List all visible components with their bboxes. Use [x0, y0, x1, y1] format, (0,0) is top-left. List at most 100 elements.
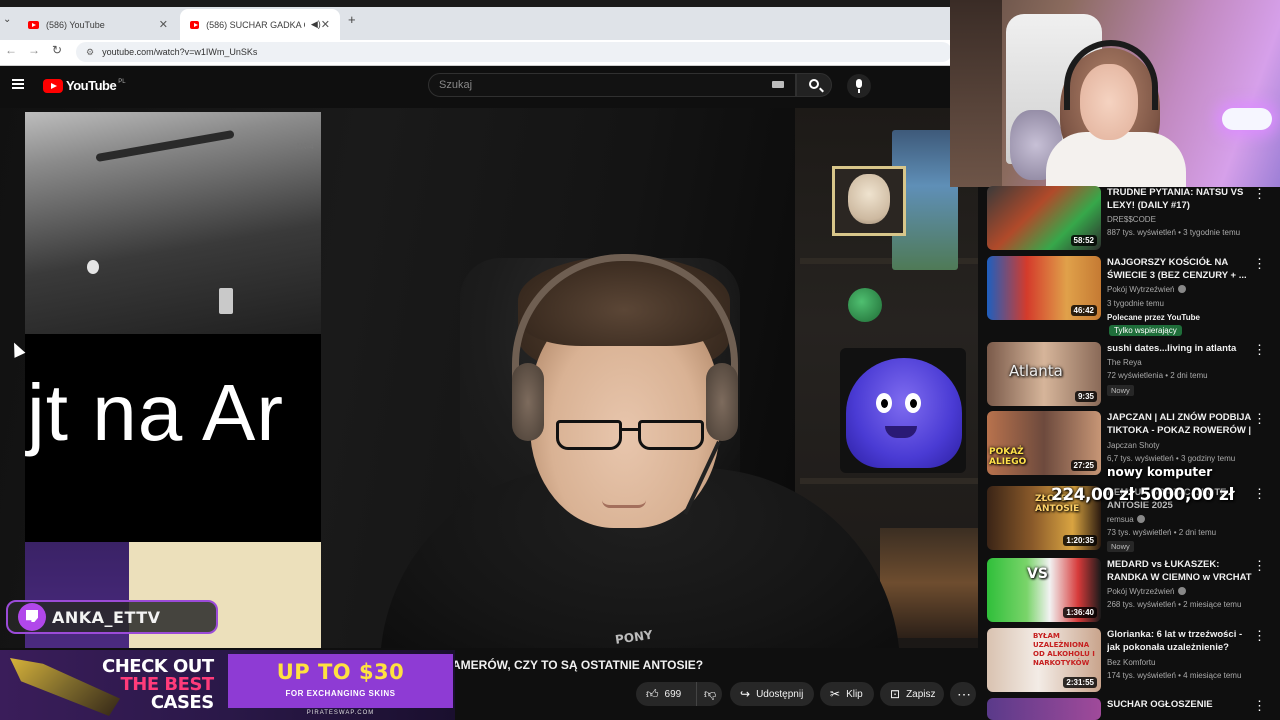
more-options-icon[interactable]: [1253, 411, 1266, 427]
youtube-header: YouTube PL Szukaj: [0, 66, 960, 108]
voice-search-mic-icon[interactable]: [847, 74, 871, 98]
related-video-item[interactable]: 58:52 TRUDNE PYTANIA: NATSU VS LEXY! (DA…: [987, 186, 1277, 252]
video-thumbnail[interactable]: [987, 698, 1101, 720]
video-title[interactable]: MEDARD vs ŁUKASZEK: RANDKA W CIEMNO w VR…: [1107, 558, 1253, 584]
reload-icon[interactable]: ↻: [52, 43, 62, 57]
more-options-icon[interactable]: [1253, 342, 1266, 358]
share-button[interactable]: ↪ Udostępnij: [730, 682, 814, 706]
glasses-lens: [556, 420, 622, 450]
video-player[interactable]: PONY AK-4 jt na Ar: [0, 108, 978, 648]
video-thumbnail[interactable]: BYŁAM UZALEŻNIONA OD ALKOHOLU I NARKOTYK…: [987, 628, 1101, 692]
more-options-icon[interactable]: [1253, 256, 1266, 272]
channel-name[interactable]: Japczan Shoty: [1107, 441, 1159, 450]
related-video-item[interactable]: VS 1:36:40 MEDARD vs ŁUKASZEK: RANDKA W …: [987, 558, 1277, 624]
video-thumbnail[interactable]: Atlanta 9:35: [987, 342, 1101, 406]
grimace-eye: [905, 393, 921, 413]
video-title[interactable]: Glorianka: 6 lat w trzeźwości - jak poko…: [1107, 628, 1253, 654]
embedded-clip: AK-4 jt na Ar: [25, 112, 321, 648]
video-duration: 27:25: [1070, 460, 1097, 471]
youtube-play-icon: [43, 78, 63, 93]
browser-tab-bar: ⌄ (586) YouTube ✕ (586) SUCHAR GADKA O A…: [0, 0, 960, 40]
close-icon[interactable]: ✕: [321, 18, 330, 31]
new-badge: Nowy: [1107, 541, 1134, 552]
close-icon[interactable]: ✕: [159, 18, 168, 31]
video-duration: 1:20:35: [1063, 535, 1097, 546]
related-video-item[interactable]: BYŁAM UZALEŻNIONA OD ALKOHOLU I NARKOTYK…: [987, 628, 1277, 694]
related-video-item[interactable]: Atlanta 9:35 sushi dates...living in atl…: [987, 342, 1277, 408]
more-icon: ⋯: [957, 685, 971, 702]
hamburger-menu-icon[interactable]: [12, 79, 24, 89]
channel-name[interactable]: remsua: [1107, 515, 1145, 524]
video-duration: 2:31:55: [1063, 677, 1097, 688]
share-label: Udostępnij: [756, 688, 804, 700]
overlay-goal-prices: 224,00 zł 5000,00 zł: [1051, 485, 1235, 505]
twitch-username: ANKA_ETTV: [52, 607, 161, 627]
clip-outlet: [219, 288, 233, 314]
search-button[interactable]: [796, 73, 832, 97]
more-options-icon[interactable]: [1253, 558, 1266, 574]
video-title[interactable]: NAJGORSZY KOŚCIÓŁ NA ŚWIECIE 3 (BEZ CENZ…: [1107, 256, 1253, 282]
dislike-button[interactable]: 👎︎: [696, 682, 722, 706]
ad-line-3: CASES: [150, 692, 214, 713]
speaker-icon[interactable]: ◀): [311, 19, 321, 30]
thumbnail-text: BYŁAM UZALEŻNIONA OD ALKOHOLU I NARKOTYK…: [1033, 632, 1095, 667]
channel-name[interactable]: DRE$$CODE: [1107, 215, 1156, 224]
new-tab-button[interactable]: +: [348, 12, 356, 27]
members-only-badge: Tylko wspierający: [1109, 325, 1182, 336]
video-meta: 268 tys. wyświetleń • 2 miesiące temu: [1107, 600, 1242, 609]
video-title[interactable]: TRUDNE PYTANIA: NATSU VS LEXY! (DAILY #1…: [1107, 186, 1253, 212]
more-options-icon[interactable]: [1253, 486, 1266, 502]
related-video-item[interactable]: SUCHAR OGŁOSZENIE: [987, 698, 1277, 720]
video-meta: 174 tys. wyświetleń • 4 miesiące temu: [1107, 671, 1242, 680]
forward-icon[interactable]: →: [28, 43, 40, 57]
more-options-icon[interactable]: [1253, 698, 1266, 714]
glasses-lens: [638, 420, 704, 450]
video-thumbnail[interactable]: VS 1:36:40: [987, 558, 1101, 622]
headphone-ear-cup: [512, 363, 544, 441]
video-title[interactable]: sushi dates...living in atlanta: [1107, 342, 1253, 355]
tab-active-video[interactable]: (586) SUCHAR GADKA O AN ◀) ✕: [180, 9, 340, 40]
save-button[interactable]: ⊡ Zapisz: [880, 682, 944, 706]
channel-name[interactable]: Bez Komfortu: [1107, 658, 1155, 667]
video-duration: 9:35: [1074, 391, 1097, 402]
like-button[interactable]: 👍︎ 699: [636, 682, 696, 706]
video-thumbnail[interactable]: 46:42: [987, 256, 1101, 320]
clip-button[interactable]: ✂ Klip: [820, 682, 874, 706]
more-options-icon[interactable]: [1253, 186, 1266, 202]
video-thumbnail[interactable]: POKAŻ ALIEGO 27:25: [987, 411, 1101, 475]
verified-icon: [1177, 587, 1186, 595]
search-input[interactable]: Szukaj: [428, 73, 796, 97]
keyboard-icon[interactable]: [772, 81, 784, 88]
address-bar[interactable]: ⚙ youtube.com/watch?v=w1IWm_UnSKs: [76, 42, 952, 62]
channel-name[interactable]: Pokój Wytrzeźwień: [1107, 285, 1186, 294]
video-thumbnail[interactable]: 58:52: [987, 186, 1101, 250]
ad-subline: FOR EXCHANGING SKINS: [285, 689, 396, 698]
webcam-shelf: [950, 0, 1002, 187]
tab-search-icon[interactable]: ⌄: [3, 14, 11, 25]
related-video-item[interactable]: 46:42 NAJGORSZY KOŚCIÓŁ NA ŚWIECIE 3 (BE…: [987, 256, 1277, 338]
video-title[interactable]: SUCHAR OGŁOSZENIE: [1107, 698, 1253, 711]
more-actions-button[interactable]: ⋯: [950, 682, 976, 706]
channel-label: Pokój Wytrzeźwień: [1107, 587, 1175, 596]
site-info-icon[interactable]: ⚙: [86, 47, 94, 58]
scissors-icon: ✂: [830, 687, 841, 701]
video-meta: 72 wyświetlenia • 2 dni temu: [1107, 371, 1208, 380]
thumbnail-text: Atlanta: [1009, 362, 1063, 380]
tab-youtube-home[interactable]: (586) YouTube ✕: [18, 9, 178, 40]
clip-corner-label: AK-4: [295, 142, 314, 151]
video-title[interactable]: JAPCZAN | ALI ZNÓW PODBIJA TIKTOKA - POK…: [1107, 411, 1253, 437]
clip-label: Klip: [846, 688, 863, 700]
recommended-label: Polecane przez YouTube: [1107, 313, 1200, 322]
channel-name[interactable]: The Reya: [1107, 358, 1142, 367]
back-icon[interactable]: ←: [5, 43, 17, 57]
more-options-icon[interactable]: [1253, 628, 1266, 644]
grimace-eye: [876, 393, 892, 413]
video-duration: 58:52: [1070, 235, 1097, 246]
thumbs-down-icon: 👎︎: [704, 686, 717, 701]
youtube-logo[interactable]: YouTube PL: [43, 78, 126, 93]
like-count: 699: [664, 688, 682, 700]
bookmark-icon: ⊡: [890, 687, 901, 701]
channel-name[interactable]: Pokój Wytrzeźwień: [1107, 587, 1186, 596]
thumbnail-text: POKAŻ ALIEGO: [989, 447, 1027, 467]
webcam-lamp: [1222, 108, 1272, 130]
